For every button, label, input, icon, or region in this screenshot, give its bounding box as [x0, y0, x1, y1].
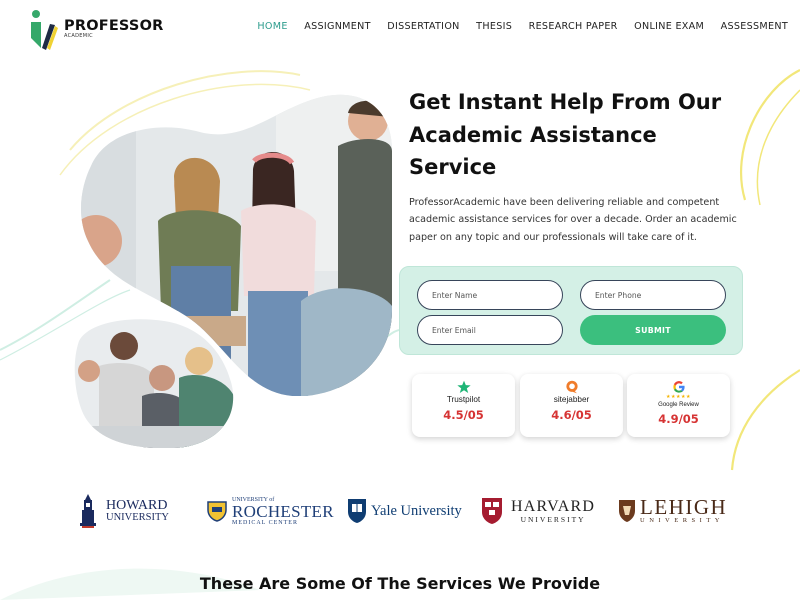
name-input[interactable] [417, 280, 563, 310]
rochester-name: ROCHESTER [232, 501, 334, 521]
harvard-shield-icon [482, 498, 502, 524]
email-input[interactable] [417, 315, 563, 345]
rating-score: 4.5/05 [443, 408, 484, 422]
brand-subtitle: ACADEMIC [64, 33, 93, 40]
rating-score: 4.9/05 [658, 412, 699, 426]
main-nav: HOME ASSIGNMENT DISSERTATION THESIS RESE… [257, 21, 800, 32]
logo-mark-icon [31, 10, 58, 50]
five-stars-icon: ★★★★★ [666, 394, 691, 400]
rating-card-sitejabber[interactable]: sitejabber 4.6/05 [520, 374, 623, 437]
rating-card-google-review[interactable]: ★★★★★ Google Review 4.9/05 [627, 374, 730, 437]
nav-item-assignment[interactable]: ASSIGNMENT [304, 21, 371, 32]
harvard-logo: HARVARD UNIVERSITY [481, 493, 595, 529]
howard-name: HOWARD [106, 497, 168, 513]
nav-item-research-paper[interactable]: RESEARCH PAPER [529, 21, 618, 32]
lehigh-name: LEHIGH [640, 495, 728, 520]
nav-item-dissertation[interactable]: DISSERTATION [387, 21, 459, 32]
nav-item-thesis[interactable]: THESIS [476, 21, 512, 32]
rating-brand: Trustpilot [446, 395, 481, 404]
nav-item-home[interactable]: HOME [257, 21, 287, 32]
nav-item-assessment[interactable]: ASSESSMENT [721, 21, 788, 32]
rochester-seal-icon [207, 501, 227, 522]
lehigh-sub: UNIVERSITY [640, 517, 724, 525]
yale-name: Yale University [371, 502, 462, 519]
trustpilot-star-icon [456, 380, 471, 394]
lehigh-logo: LEHIGH UNIVERSITY [618, 493, 727, 529]
lead-form: SUBMIT [399, 266, 743, 355]
group-study-photo [74, 319, 234, 448]
howard-tower-icon [80, 494, 96, 528]
phone-input[interactable] [580, 280, 726, 310]
lehigh-shield-icon [619, 500, 635, 522]
harvard-name: HARVARD [511, 497, 596, 515]
google-icon [672, 381, 685, 393]
nav-item-online-exam[interactable]: ONLINE EXAM [634, 21, 704, 32]
rochester-logo: UNIVERSITY of ROCHESTER MEDICAL CENTER [206, 493, 334, 529]
howard-sub: UNIVERSITY [106, 511, 169, 523]
submit-button[interactable]: SUBMIT [580, 315, 726, 345]
services-heading: These Are Some Of The Services We Provid… [199, 574, 601, 593]
harvard-sub: UNIVERSITY [520, 514, 586, 524]
yale-logo: Yale University [347, 493, 462, 529]
brand-title: PROFESSOR [64, 17, 164, 34]
rating-brand: sitejabber [553, 395, 590, 404]
rating-card-trustpilot[interactable]: Trustpilot 4.5/05 [412, 374, 515, 437]
hero-title: Get Instant Help From Our Academic Assis… [409, 90, 722, 179]
sitejabber-icon [565, 380, 578, 394]
howard-university-logo: HOWARD UNIVERSITY [78, 493, 169, 529]
yale-shield-icon [348, 499, 366, 523]
brand-logo[interactable]: PROFESSOR ACADEMIC [28, 7, 168, 51]
hero-description: ProfessorAcademic have been delivering r… [409, 197, 737, 243]
rating-brand: Google Review [658, 402, 699, 408]
rating-score: 4.6/05 [551, 408, 592, 422]
